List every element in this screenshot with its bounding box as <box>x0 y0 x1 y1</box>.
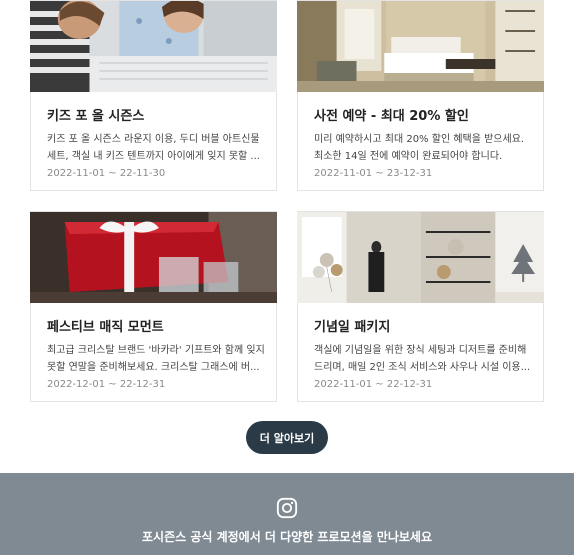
promo-description: 최고급 크리스탈 브랜드 '바카라' 기프트와 함께 잊지 못할 연말을 준비해… <box>47 342 264 376</box>
promo-card-festive[interactable]: 페스티브 매직 모먼트 최고급 크리스탈 브랜드 '바카라' 기프트와 함께 잊… <box>30 211 277 402</box>
instagram-promo-text[interactable]: 포시즌스 공식 계정에서 더 다양한 프로모션을 만나보세요 <box>0 528 574 545</box>
promo-title[interactable]: 페스티브 매직 모먼트 <box>47 316 164 335</box>
promo-description-line: 객실에 기념일을 위한 장식 세팅과 디저트를 준비해 <box>314 345 527 356</box>
promo-image-anniversary-room[interactable] <box>297 212 544 303</box>
promo-card-advance-booking[interactable]: 사전 예약 - 최대 20% 할인 미리 예약하시고 최대 20% 할인 혜택을… <box>297 0 544 191</box>
promo-description-line: 최고급 크리스탈 브랜드 '바카라' 기프트와 함께 잊지 <box>47 345 264 356</box>
promo-date-range: 2022-11-01 ~ 23-12-31 <box>314 168 433 179</box>
promo-card-kids[interactable]: 키즈 포 올 시즌스 키즈 포 올 시즌스 라운지 이용, 두디 버블 아트신물… <box>30 0 277 191</box>
promo-title[interactable]: 사전 예약 - 최대 20% 할인 <box>314 105 469 124</box>
promo-description-line: 키즈 포 올 시즌스 라운지 이용, 두디 버블 아트신물 <box>47 134 260 145</box>
promo-date-range: 2022-11-01 ~ 22-12-31 <box>314 379 433 390</box>
promo-description-line: 미리 예약하시고 최대 20% 할인 혜택을 받으세요. <box>314 134 525 145</box>
promo-description: 미리 예약하시고 최대 20% 할인 혜택을 받으세요. 최소한 14일 전에 … <box>314 131 531 165</box>
promo-date-range: 2022-12-01 ~ 22-12-31 <box>47 379 166 390</box>
promo-description: 객실에 기념일을 위한 장식 세팅과 디저트를 준비해 드리며, 매일 2인 조… <box>314 342 531 376</box>
promo-description-line: 못할 연말을 준비해보세요. 크리스탈 그래스에 버... <box>47 362 260 373</box>
promo-title[interactable]: 기념일 패키지 <box>314 316 390 335</box>
promo-card-anniversary[interactable]: 기념일 패키지 객실에 기념일을 위한 장식 세팅과 디저트를 준비해 드리며,… <box>297 211 544 402</box>
promo-title[interactable]: 키즈 포 올 시즌스 <box>47 105 144 124</box>
promo-description-line: 최소한 14일 전에 예약이 완료되어야 합니다. <box>314 151 503 162</box>
learn-more-button[interactable]: 더 알아보기 <box>246 421 328 454</box>
instagram-promo-footer: 포시즌스 공식 계정에서 더 다양한 프로모션을 만나보세요 <box>0 473 574 555</box>
promo-image-gift-box[interactable] <box>30 212 277 303</box>
promo-image-hotel-room[interactable] <box>297 1 544 92</box>
promo-description: 키즈 포 올 시즌스 라운지 이용, 두디 버블 아트신물 세트, 객실 내 키… <box>47 131 264 165</box>
promo-description-line: 세트, 객실 내 키즈 텐트까지 아이에게 잊지 못할 ... <box>47 151 260 162</box>
promo-image-kids[interactable] <box>30 1 277 92</box>
instagram-icon[interactable] <box>276 497 298 519</box>
promo-description-line: 드리며, 매일 2인 조식 서비스와 사우나 시설 이용... <box>314 362 531 373</box>
promo-date-range: 2022-11-01 ~ 22-11-30 <box>47 168 166 179</box>
